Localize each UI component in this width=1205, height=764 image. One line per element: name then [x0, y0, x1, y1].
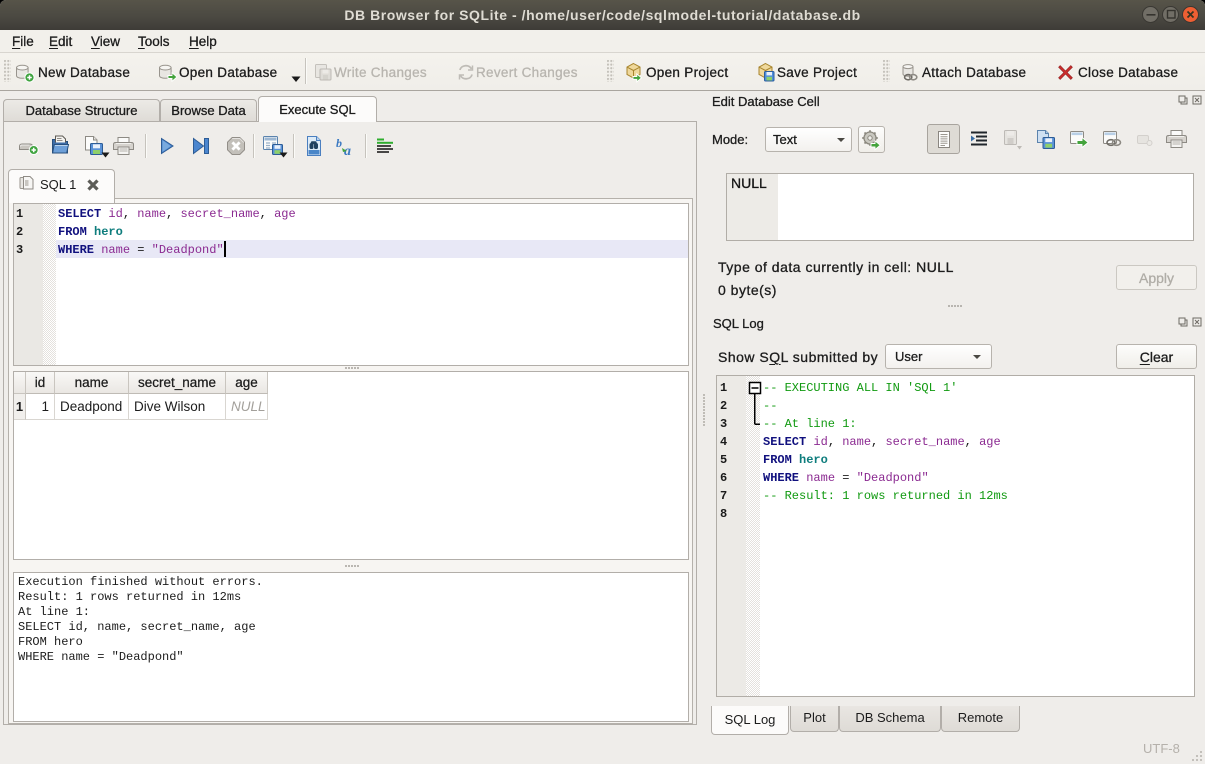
svg-text:b: b: [336, 136, 342, 150]
